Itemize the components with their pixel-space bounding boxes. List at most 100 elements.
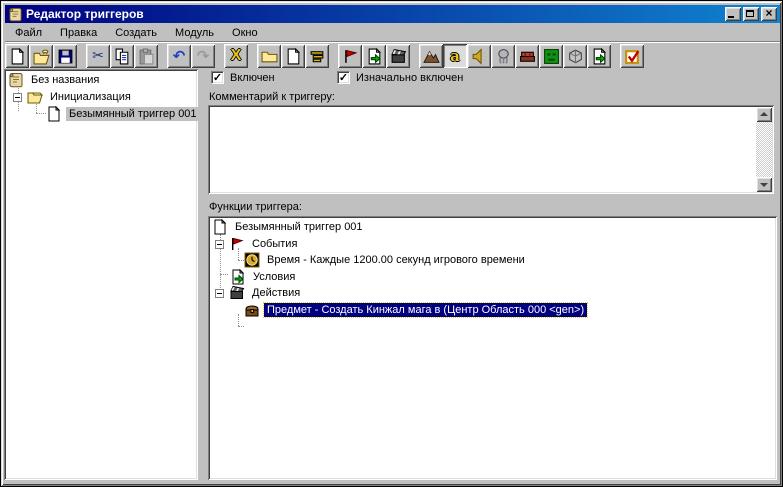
event-flag-icon <box>342 48 359 65</box>
minimize-button[interactable] <box>725 7 741 21</box>
tree-item-map[interactable]: Без названия <box>8 72 102 88</box>
function-row-conditions[interactable]: Условия <box>230 269 298 285</box>
function-label: Предмет - Создать Кинжал мага в (Центр О… <box>264 303 587 317</box>
menu-bar: Файл Правка Создать Модуль Окно <box>5 24 780 41</box>
trigger-editor-a-icon: a <box>450 47 460 65</box>
octopus-icon <box>495 48 512 65</box>
green-face-icon <box>543 48 560 65</box>
new-file-icon <box>9 48 26 65</box>
arrow-up-icon <box>760 112 768 116</box>
comment-label: Комментарий к триггеру: <box>209 91 335 103</box>
campaign-editor-button[interactable] <box>539 44 563 68</box>
menu-window[interactable]: Окно <box>223 26 267 40</box>
tree-item-trigger[interactable]: Безымянный триггер 001 <box>46 106 198 122</box>
import-page-icon <box>591 48 608 65</box>
open-file-button[interactable] <box>29 44 53 68</box>
terrain-mountain-icon <box>423 48 440 65</box>
save-file-button[interactable] <box>53 44 77 68</box>
tree-connector <box>36 113 46 114</box>
minimize-icon <box>728 16 734 18</box>
object-editor-button[interactable] <box>563 44 587 68</box>
window-title: Редактор триггеров <box>26 7 725 21</box>
map-scroll-icon <box>8 72 24 88</box>
trigger-editor-button[interactable]: a <box>443 44 467 68</box>
sofa-icon <box>519 48 536 65</box>
maximize-icon <box>746 10 754 17</box>
functions-tree-panel[interactable]: Безымянный триггер 001 События Время - К… <box>208 216 777 480</box>
enabled-label: Включен <box>230 72 275 84</box>
comment-lines-icon <box>309 48 326 65</box>
redo-button[interactable]: ↷ <box>191 44 215 68</box>
comment-scrollbar[interactable] <box>756 107 772 192</box>
import-manager-button[interactable] <box>587 44 611 68</box>
action-clapper-icon <box>229 285 245 301</box>
function-row-trigger[interactable]: Безымянный триггер 001 <box>212 219 366 235</box>
sound-editor-button[interactable] <box>467 44 491 68</box>
tree-connector <box>238 326 244 327</box>
title-bar[interactable]: Редактор триггеров × <box>5 5 780 23</box>
new-trigger-comment-button[interactable] <box>305 44 329 68</box>
menu-module[interactable]: Модуль <box>166 26 223 40</box>
undo-button[interactable]: ↶ <box>167 44 191 68</box>
function-row-action-item[interactable]: Предмет - Создать Кинжал мага в (Центр О… <box>244 302 587 318</box>
new-condition-button[interactable] <box>362 44 386 68</box>
test-map-button[interactable] <box>620 44 644 68</box>
collapse-minus-icon[interactable] <box>215 240 224 249</box>
tree-item-category[interactable]: Инициализация <box>13 89 134 105</box>
redo-icon: ↷ <box>197 49 210 64</box>
menu-create[interactable]: Создать <box>106 26 166 40</box>
terrain-editor-button[interactable] <box>419 44 443 68</box>
function-row-events[interactable]: События <box>215 236 300 252</box>
trigger-page-icon <box>285 48 302 65</box>
object-manager-button[interactable] <box>515 44 539 68</box>
new-file-button[interactable] <box>5 44 29 68</box>
close-button[interactable]: × <box>761 7 777 21</box>
new-trigger-button[interactable] <box>281 44 305 68</box>
toolbar: ✂ ↶ ↷ X a <box>5 41 780 69</box>
initially-on-checkbox[interactable]: ✓ <box>337 71 350 84</box>
speaker-icon <box>471 48 488 65</box>
scroll-up-button[interactable] <box>756 107 772 122</box>
event-flag-icon <box>229 236 245 252</box>
action-clapper-icon <box>390 48 407 65</box>
tree-item-label: Инициализация <box>47 90 134 104</box>
function-row-event-time[interactable]: Время - Каждые 1200.00 секунд игрового в… <box>244 252 528 268</box>
maximize-button[interactable] <box>743 7 759 21</box>
function-label: Действия <box>249 286 303 300</box>
tree-item-label: Без названия <box>28 73 102 87</box>
tree-connector <box>220 274 228 275</box>
collapse-minus-icon[interactable] <box>215 289 224 298</box>
collapse-minus-icon[interactable] <box>13 93 22 102</box>
variables-button[interactable]: X <box>224 44 248 68</box>
horizontal-splitter[interactable] <box>208 194 774 200</box>
menu-edit[interactable]: Правка <box>51 26 106 40</box>
category-folder-icon <box>261 48 278 65</box>
close-icon: × <box>761 6 777 20</box>
trigger-editor-window: Редактор триггеров × Файл Правка Создать… <box>0 0 783 487</box>
enabled-checkbox[interactable]: ✓ <box>211 71 224 84</box>
timer-clock-icon <box>244 252 260 268</box>
trigger-page-icon <box>46 106 62 122</box>
copy-button[interactable] <box>110 44 134 68</box>
condition-icon <box>366 48 383 65</box>
new-category-button[interactable] <box>257 44 281 68</box>
cut-button[interactable]: ✂ <box>86 44 110 68</box>
variables-x-icon: X <box>231 47 242 65</box>
tree-connector <box>238 314 239 326</box>
comment-textarea[interactable] <box>208 105 774 194</box>
new-event-button[interactable] <box>338 44 362 68</box>
paste-icon <box>138 48 155 65</box>
vertical-splitter[interactable] <box>198 69 208 480</box>
copy-icon <box>114 48 131 65</box>
scroll-down-button[interactable] <box>756 177 772 192</box>
arrow-down-icon <box>760 183 768 187</box>
paste-button[interactable] <box>134 44 158 68</box>
save-file-icon <box>57 48 74 65</box>
trigger-list-panel[interactable]: Без названия Инициализация Безымянный тр… <box>4 69 198 480</box>
trigger-options-row: ✓ Включен ✓ Изначально включен <box>211 71 771 86</box>
function-row-actions[interactable]: Действия <box>215 285 303 301</box>
menu-file[interactable]: Файл <box>6 26 51 40</box>
undo-icon: ↶ <box>173 49 186 64</box>
new-action-button[interactable] <box>386 44 410 68</box>
ai-editor-button[interactable] <box>491 44 515 68</box>
